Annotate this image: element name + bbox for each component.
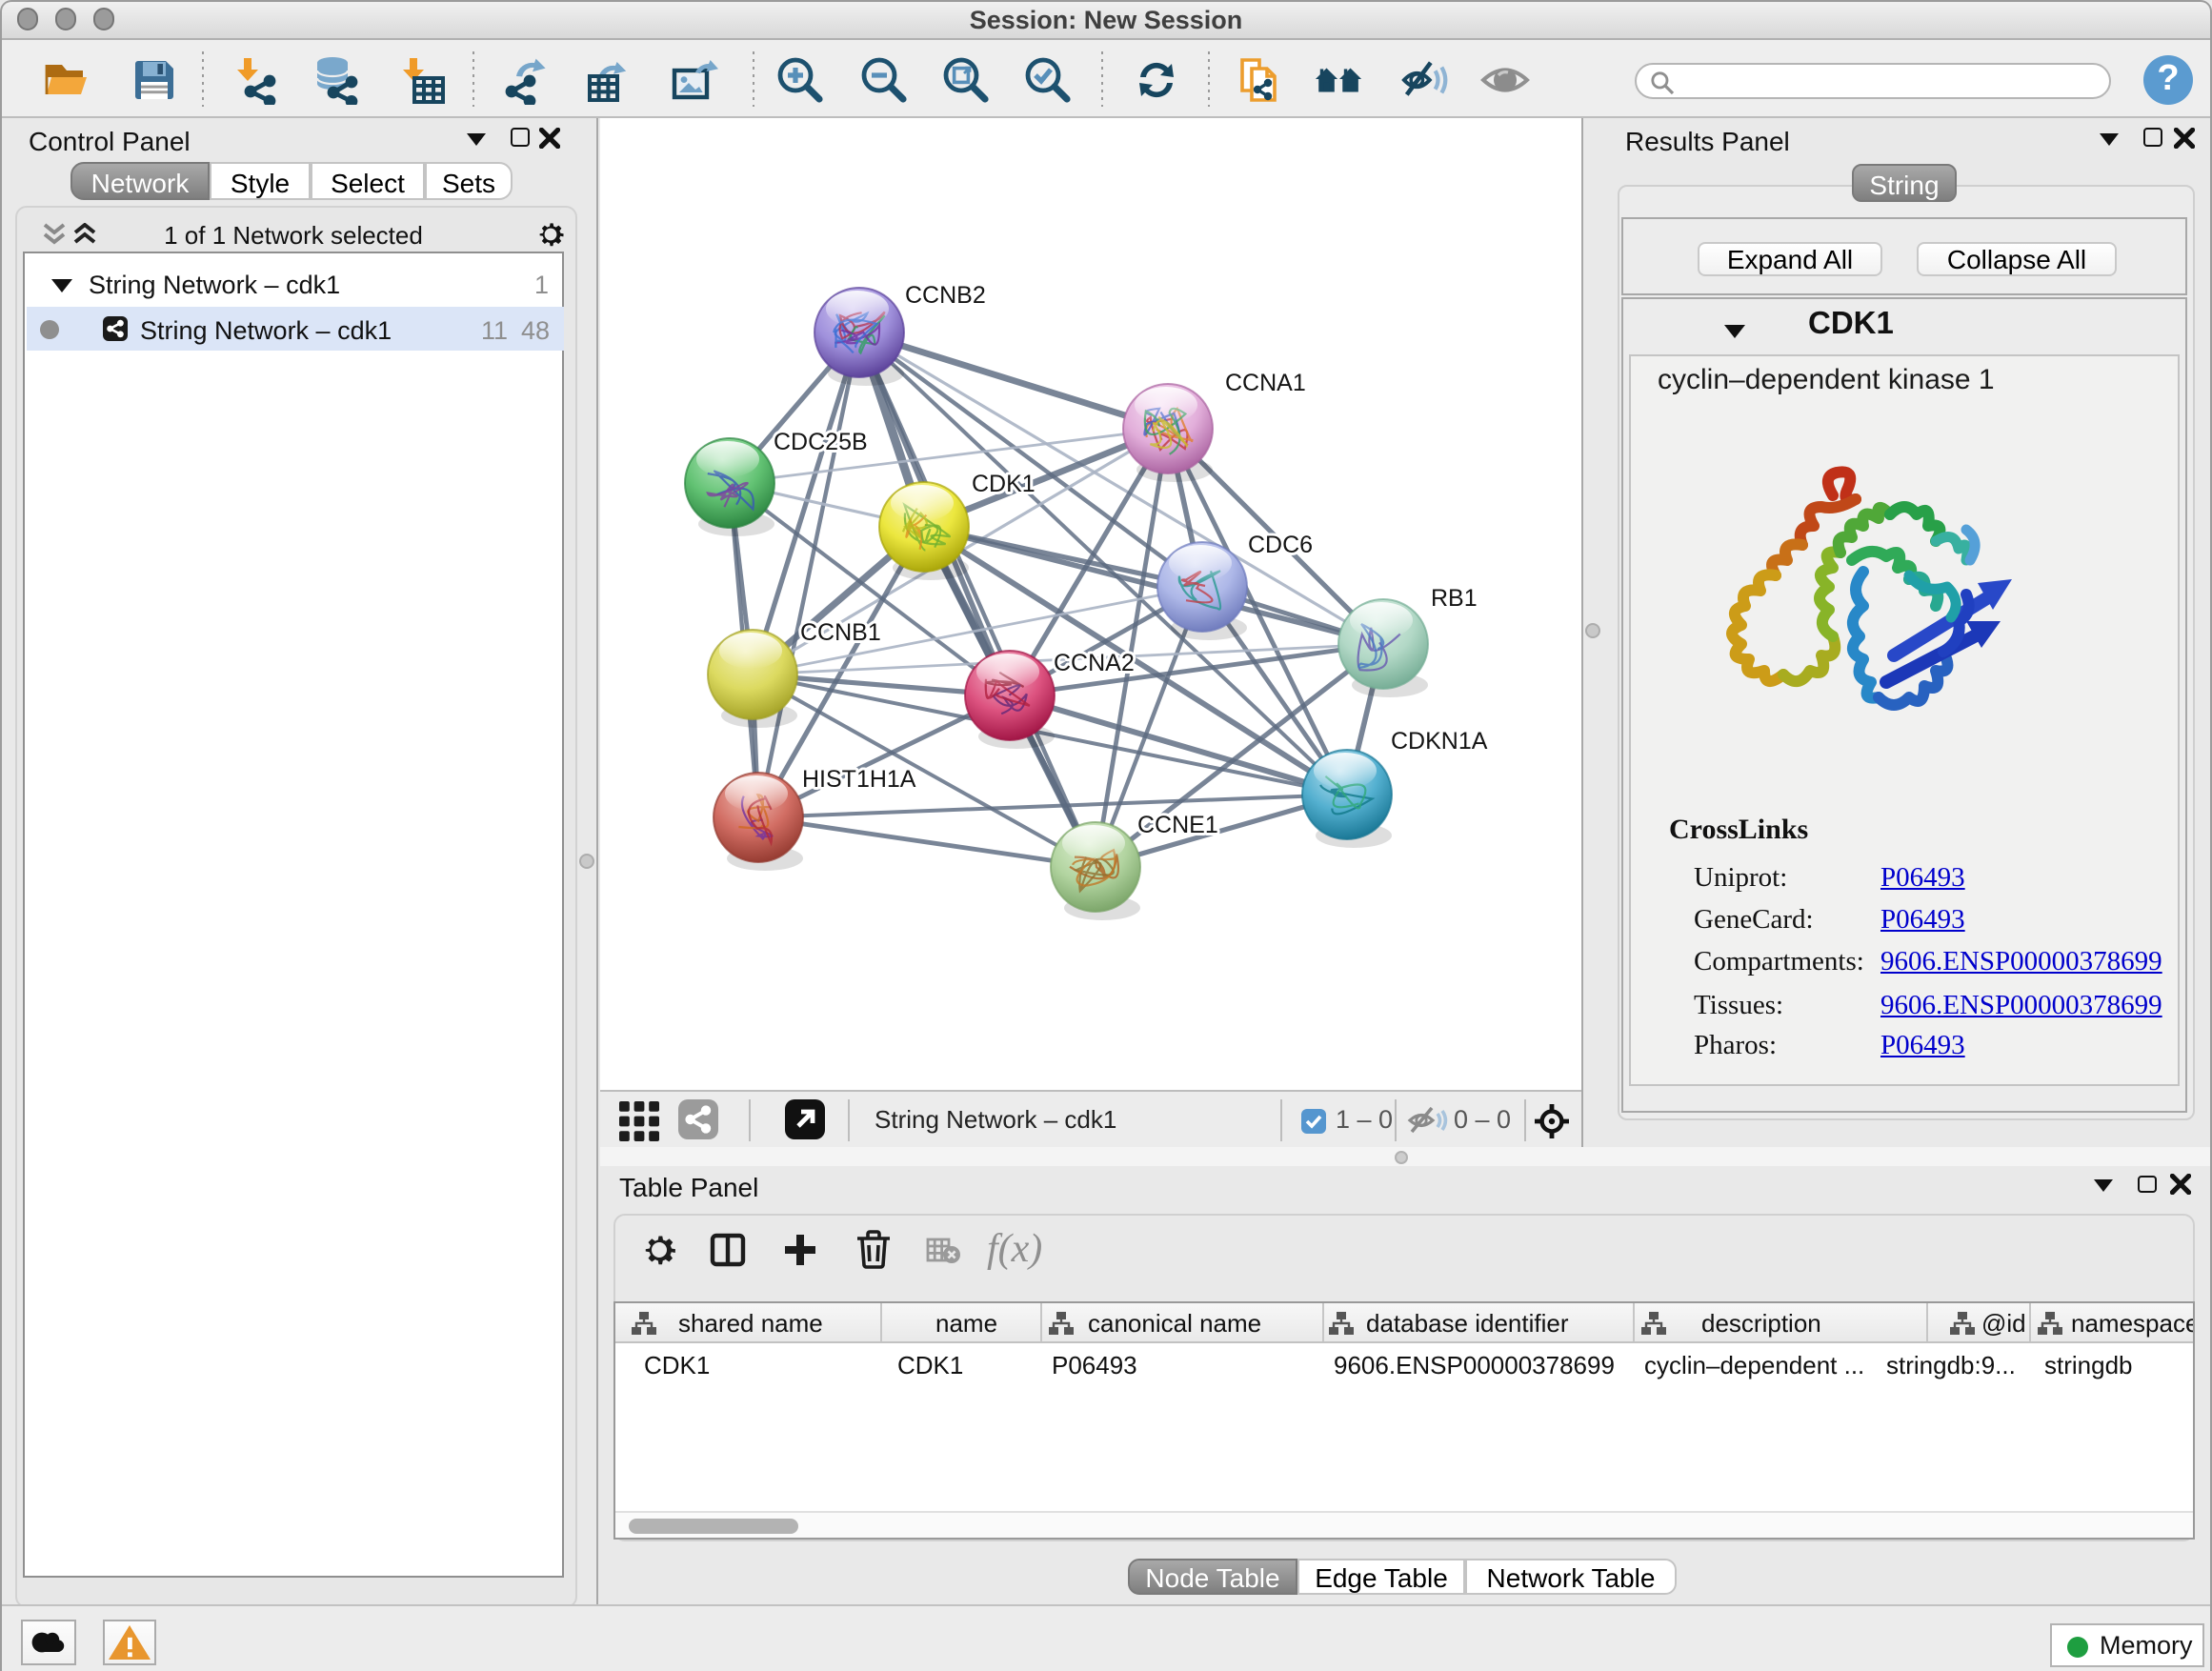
- svg-text:CDC25B: CDC25B: [773, 429, 867, 455]
- svg-text:CCNA1: CCNA1: [1224, 370, 1305, 396]
- svg-text:CDKN1A: CDKN1A: [1390, 728, 1487, 755]
- svg-text:CCNA2: CCNA2: [1053, 650, 1134, 676]
- svg-text:RB1: RB1: [1430, 585, 1477, 612]
- svg-text:HIST1H1A: HIST1H1A: [801, 766, 915, 793]
- svg-text:CCNB1: CCNB1: [799, 619, 880, 646]
- svg-text:CCNE1: CCNE1: [1136, 812, 1217, 838]
- svg-text:CDK1: CDK1: [971, 471, 1035, 497]
- svg-text:CCNB2: CCNB2: [904, 282, 985, 309]
- svg-text:CDC6: CDC6: [1247, 532, 1312, 558]
